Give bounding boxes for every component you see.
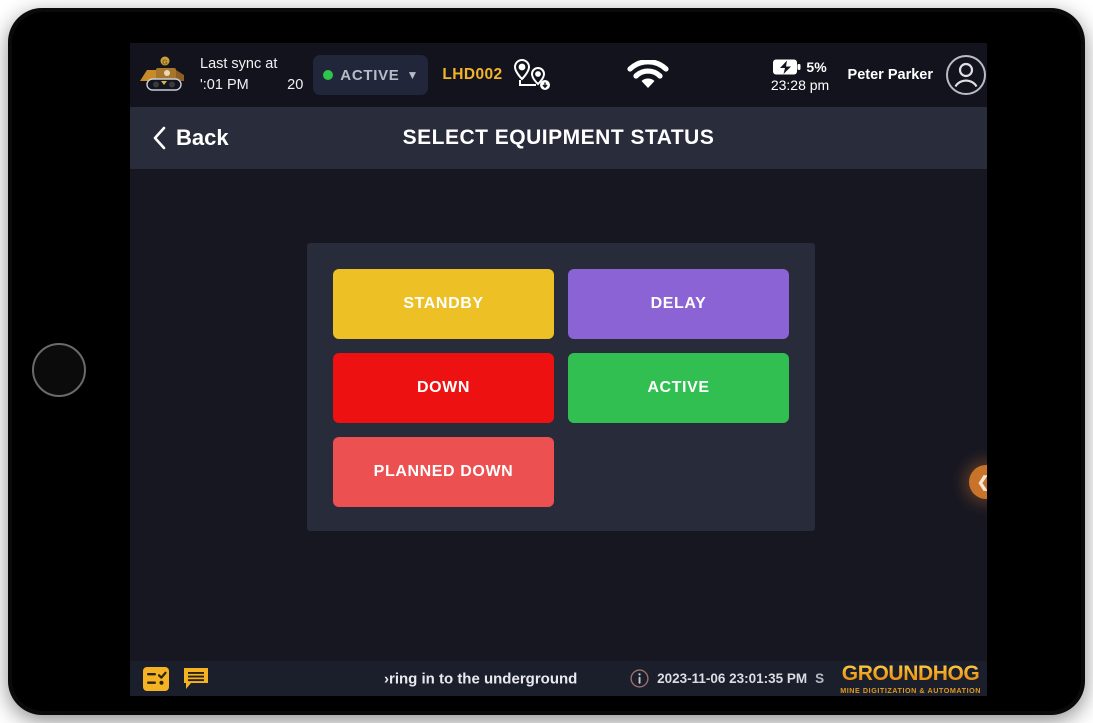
chevron-left-icon bbox=[153, 126, 166, 150]
status-button-down[interactable]: DOWN bbox=[333, 353, 554, 423]
battery-charging-icon bbox=[773, 59, 801, 74]
page-header-bar: Back SELECT EQUIPMENT STATUS bbox=[130, 107, 987, 169]
last-sync-time: ':01 PM bbox=[200, 77, 249, 93]
status-button-planned-down[interactable]: PLANNED DOWN bbox=[333, 437, 554, 507]
status-options-panel: STANDBY DELAY DOWN ACTIVE PLANNED DOWN bbox=[307, 243, 815, 531]
info-circle-icon[interactable] bbox=[630, 669, 649, 688]
battery-status: 5% 23:28 pm bbox=[769, 58, 832, 93]
chevron-down-icon: ▼ bbox=[406, 68, 419, 82]
main-content: STANDBY DELAY DOWN ACTIVE PLANNED DOWN ❮ bbox=[130, 169, 987, 661]
page-title: SELECT EQUIPMENT STATUS bbox=[402, 126, 715, 149]
last-sync-label: Last sync at bbox=[200, 55, 278, 72]
footer-right-group: 2023-11-06 23:01:35 PM S GROUNDHOG MINE … bbox=[630, 663, 981, 695]
status-options-grid: STANDBY DELAY DOWN ACTIVE PLANNED DOWN bbox=[333, 269, 789, 507]
groundhog-logo: GROUNDHOG MINE DIGITIZATION & AUTOMATION bbox=[840, 663, 981, 695]
back-button[interactable]: Back bbox=[152, 125, 229, 151]
footer-bar: ›ring in to the underground 2023-11-06 2… bbox=[130, 661, 987, 696]
app-screen: G Last sync at ':01 PM 20 ACTIVE ▼ LHD00… bbox=[130, 43, 987, 696]
top-status-bar: G Last sync at ':01 PM 20 ACTIVE ▼ LHD00… bbox=[130, 43, 987, 107]
tablet-device: G Last sync at ':01 PM 20 ACTIVE ▼ LHD00… bbox=[8, 8, 1085, 715]
status-dot-icon bbox=[323, 70, 334, 80]
brand-tagline: MINE DIGITIZATION & AUTOMATION bbox=[840, 685, 981, 695]
marquee-text: ›ring in to the underground bbox=[384, 670, 578, 687]
footer-timestamp: 2023-11-06 23:01:35 PM bbox=[657, 671, 808, 686]
collapse-arrow-icon[interactable]: ❮ bbox=[969, 465, 987, 499]
footer-trailing-char: S bbox=[815, 671, 825, 686]
brand-name: GROUNDHOG bbox=[841, 661, 980, 685]
back-button-label: Back bbox=[176, 125, 229, 150]
equipment-id: LHD002 bbox=[442, 66, 503, 83]
checklist-icon[interactable] bbox=[142, 666, 170, 692]
svg-text:G: G bbox=[162, 60, 168, 67]
wifi-icon bbox=[626, 59, 669, 90]
status-button-standby[interactable]: STANDBY bbox=[333, 269, 554, 339]
chat-message-icon[interactable] bbox=[182, 666, 210, 692]
user-avatar-icon[interactable] bbox=[945, 54, 987, 96]
mining-loader-icon: G bbox=[134, 54, 190, 96]
user-name: Peter Parker bbox=[847, 67, 933, 83]
equipment-status-dropdown[interactable]: ACTIVE ▼ bbox=[313, 55, 429, 95]
status-button-active[interactable]: ACTIVE bbox=[568, 353, 789, 423]
home-button-icon[interactable] bbox=[32, 343, 86, 397]
status-button-delay[interactable]: DELAY bbox=[568, 269, 789, 339]
last-sync-block: Last sync at ':01 PM 20 bbox=[200, 54, 303, 96]
last-sync-extra: 20 bbox=[287, 77, 304, 93]
status-dropdown-label: ACTIVE bbox=[340, 66, 400, 84]
status-marquee: ›ring in to the underground bbox=[234, 661, 630, 696]
battery-percent: 5% bbox=[806, 58, 827, 75]
route-pins-icon[interactable] bbox=[511, 56, 553, 94]
collapse-arrow-glyph: ❮ bbox=[977, 473, 987, 491]
clock-time: 23:28 pm bbox=[770, 76, 830, 93]
